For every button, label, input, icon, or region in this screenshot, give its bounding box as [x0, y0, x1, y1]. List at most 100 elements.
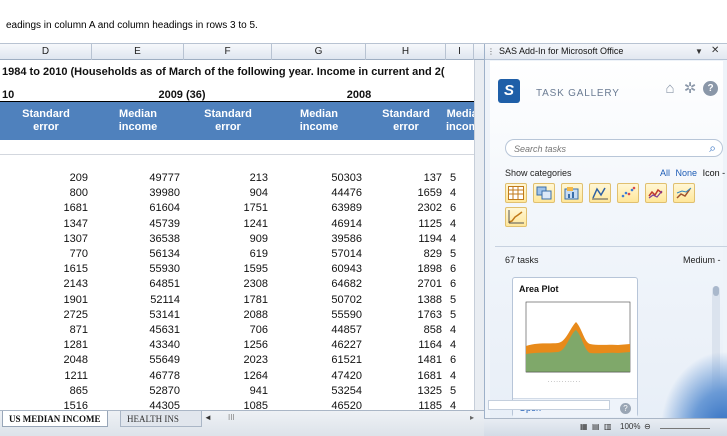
horizontal-scroll-thumb[interactable]: III: [228, 413, 235, 422]
pane-grip-icon[interactable]: ⋮: [487, 47, 495, 56]
table-cell[interactable]: 61604: [92, 202, 180, 214]
table-cell[interactable]: 61521: [272, 354, 362, 366]
table-category-icon[interactable]: [505, 183, 527, 203]
table-cell[interactable]: 1516: [0, 400, 88, 410]
task-card-area-plot[interactable]: Area Plot . . . . . . . . . . . . Open ?: [512, 277, 638, 417]
table-cell[interactable]: 63989: [272, 202, 362, 214]
spreadsheet-grid[interactable]: D E F G H I 1984 to 2010 (Households as …: [0, 44, 484, 410]
table-cell[interactable]: 2302: [366, 202, 442, 214]
table-cell[interactable]: 49777: [92, 172, 180, 184]
table-cell[interactable]: 5: [446, 172, 472, 184]
table-cell[interactable]: 871: [0, 324, 88, 336]
table-cell[interactable]: 1307: [0, 233, 88, 245]
table-cell[interactable]: 45631: [92, 324, 180, 336]
table-cell[interactable]: 50702: [272, 294, 362, 306]
pane-close-icon[interactable]: ✕: [711, 45, 719, 56]
column-header-h[interactable]: H: [366, 44, 446, 60]
table-cell[interactable]: 46227: [272, 339, 362, 351]
table-cell[interactable]: 44305: [92, 400, 180, 410]
table-cell[interactable]: 2048: [0, 354, 88, 366]
table-cell[interactable]: 4: [446, 339, 472, 351]
table-cell[interactable]: 39586: [272, 233, 362, 245]
table-cell[interactable]: 53141: [92, 309, 180, 321]
forecast-category-icon[interactable]: [505, 207, 527, 227]
column-header-d[interactable]: D: [0, 44, 92, 60]
table-cell[interactable]: 4: [446, 187, 472, 199]
table-cell[interactable]: 52114: [92, 294, 180, 306]
table-cell[interactable]: 4: [446, 218, 472, 230]
table-cell[interactable]: 1281: [0, 339, 88, 351]
report-category-icon[interactable]: [561, 183, 583, 203]
pane-scrollbar-thumb[interactable]: [713, 286, 719, 296]
scatter-category-icon[interactable]: [617, 183, 639, 203]
table-cell[interactable]: 858: [366, 324, 442, 336]
table-cell[interactable]: 6: [446, 354, 472, 366]
tab-scroll-left-icon[interactable]: ◄: [204, 413, 212, 422]
table-cell[interactable]: 64682: [272, 278, 362, 290]
table-cell[interactable]: 2701: [366, 278, 442, 290]
table-cell[interactable]: 6: [446, 263, 472, 275]
column-header-g[interactable]: G: [272, 44, 366, 60]
table-cell[interactable]: 4: [446, 233, 472, 245]
table-cell[interactable]: 2143: [0, 278, 88, 290]
gear-icon[interactable]: ✲: [682, 81, 698, 97]
table-cell[interactable]: 2088: [184, 309, 268, 321]
table-cell[interactable]: 137: [366, 172, 442, 184]
table-cell[interactable]: 1388: [366, 294, 442, 306]
graph-category-icon[interactable]: [589, 183, 611, 203]
search-input[interactable]: [514, 142, 694, 155]
table-cell[interactable]: 1194: [366, 233, 442, 245]
pane-options-icon[interactable]: ▼: [695, 47, 703, 56]
table-cell[interactable]: 64851: [92, 278, 180, 290]
table-cell[interactable]: 46520: [272, 400, 362, 410]
home-icon[interactable]: ⌂: [662, 81, 678, 97]
page-layout-view-icon[interactable]: ▤: [592, 422, 600, 431]
table-cell[interactable]: 909: [184, 233, 268, 245]
table-cell[interactable]: 1901: [0, 294, 88, 306]
column-header-e[interactable]: E: [92, 44, 184, 60]
table-cell[interactable]: 55649: [92, 354, 180, 366]
table-cell[interactable]: 865: [0, 385, 88, 397]
table-cell[interactable]: 53254: [272, 385, 362, 397]
table-cell[interactable]: 6: [446, 278, 472, 290]
table-cell[interactable]: 46914: [272, 218, 362, 230]
vertical-scrollbar[interactable]: [474, 60, 484, 410]
table-cell[interactable]: 6: [446, 202, 472, 214]
table-cell[interactable]: 1164: [366, 339, 442, 351]
no-categories-link[interactable]: None: [676, 168, 698, 178]
table-cell[interactable]: 60943: [272, 263, 362, 275]
table-cell[interactable]: 829: [366, 248, 442, 260]
zoom-level[interactable]: 100%: [620, 422, 640, 431]
table-cell[interactable]: 2308: [184, 278, 268, 290]
table-cell[interactable]: 1898: [366, 263, 442, 275]
analysis-category-icon[interactable]: [673, 183, 695, 203]
column-header-f[interactable]: F: [184, 44, 272, 60]
table-cell[interactable]: 52870: [92, 385, 180, 397]
table-cell[interactable]: 1481: [366, 354, 442, 366]
zoom-out-icon[interactable]: ⊖: [644, 422, 651, 431]
table-cell[interactable]: 1681: [0, 202, 88, 214]
table-cell[interactable]: 45739: [92, 218, 180, 230]
column-header-i[interactable]: I: [446, 44, 474, 60]
size-dropdown[interactable]: Medium -: [683, 255, 721, 265]
data-category-icon[interactable]: [533, 183, 555, 203]
table-cell[interactable]: 1256: [184, 339, 268, 351]
table-cell[interactable]: 1264: [184, 370, 268, 382]
table-cell[interactable]: 55930: [92, 263, 180, 275]
table-cell[interactable]: 2023: [184, 354, 268, 366]
table-cell[interactable]: 46778: [92, 370, 180, 382]
table-cell[interactable]: 5: [446, 385, 472, 397]
table-cell[interactable]: 1595: [184, 263, 268, 275]
table-cell[interactable]: 800: [0, 187, 88, 199]
table-cell[interactable]: 4: [446, 324, 472, 336]
table-cell[interactable]: 56134: [92, 248, 180, 260]
table-cell[interactable]: 941: [184, 385, 268, 397]
table-cell[interactable]: 1659: [366, 187, 442, 199]
table-cell[interactable]: 706: [184, 324, 268, 336]
task-help-icon[interactable]: ?: [620, 403, 631, 414]
table-cell[interactable]: 1085: [184, 400, 268, 410]
table-cell[interactable]: 55590: [272, 309, 362, 321]
table-cell[interactable]: 770: [0, 248, 88, 260]
table-cell[interactable]: 209: [0, 172, 88, 184]
table-cell[interactable]: 4: [446, 400, 472, 410]
